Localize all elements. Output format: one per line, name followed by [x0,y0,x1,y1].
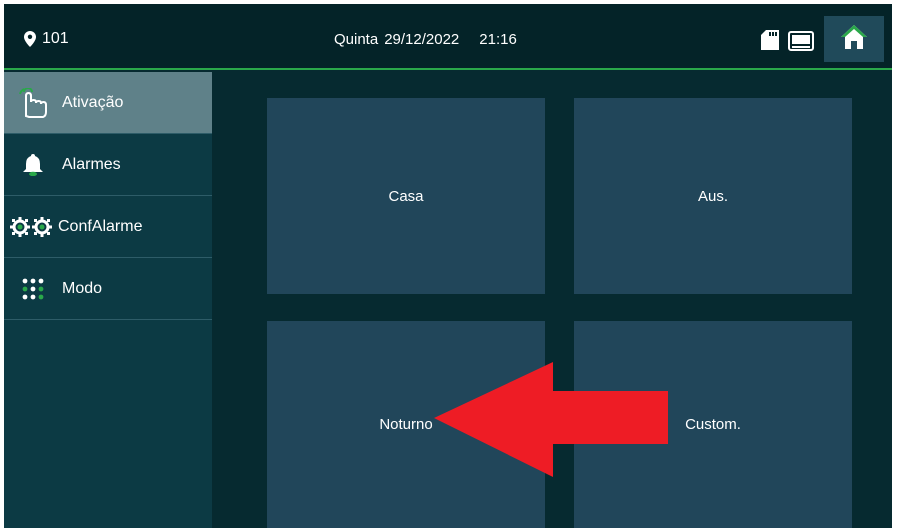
location-pin-icon [24,31,36,47]
sidebar-item-label: Alarmes [62,155,121,173]
sd-card-icon [761,30,779,55]
room-number: 101 [42,30,69,47]
mode-label: Casa [388,187,424,205]
mode-tile-noturno[interactable]: Noturno [267,321,545,528]
sidebar-item-label: ConfAlarme [58,217,143,235]
sidebar: Ativação Alarmes ConfAlarme Modo [4,72,212,528]
sidebar-item-ativacao[interactable]: Ativação [4,72,212,134]
mode-label: Custom. [685,416,741,433]
sidebar-item-modo[interactable]: Modo [4,258,212,320]
clock: 21:16 [479,31,517,48]
weekday: Quinta [334,31,379,48]
date-time: Quinta 29/12/2022 21:16 [334,31,517,48]
mode-tile-casa[interactable]: Casa [267,98,545,294]
mode-tile-custom[interactable]: Custom. [574,321,852,528]
mode-label: Aus. [697,187,728,205]
mode-label: Noturno [379,416,433,433]
home-icon [840,24,868,55]
sidebar-item-label: Modo [62,279,103,297]
mode-tile-ausente[interactable]: Aus. [574,98,852,294]
gears-icon [4,216,58,237]
sidebar-item-confalarme[interactable]: ConfAlarme [4,196,212,258]
top-bar: 101 Quinta 29/12/2022 21:16 [4,4,892,70]
hand-pointer-icon [4,87,62,118]
sidebar-item-label: Ativação [62,93,124,111]
home-button[interactable] [824,16,884,62]
room-indicator: 101 [24,30,69,48]
sidebar-item-alarmes[interactable]: Alarmes [4,134,212,196]
date: 29/12/2022 [384,31,460,48]
screen: 101 Quinta 29/12/2022 21:16 Ativação Ala… [4,4,892,528]
dots-grid-icon [4,278,62,300]
intercom-monitor-icon [788,31,814,56]
bell-icon [4,153,62,176]
